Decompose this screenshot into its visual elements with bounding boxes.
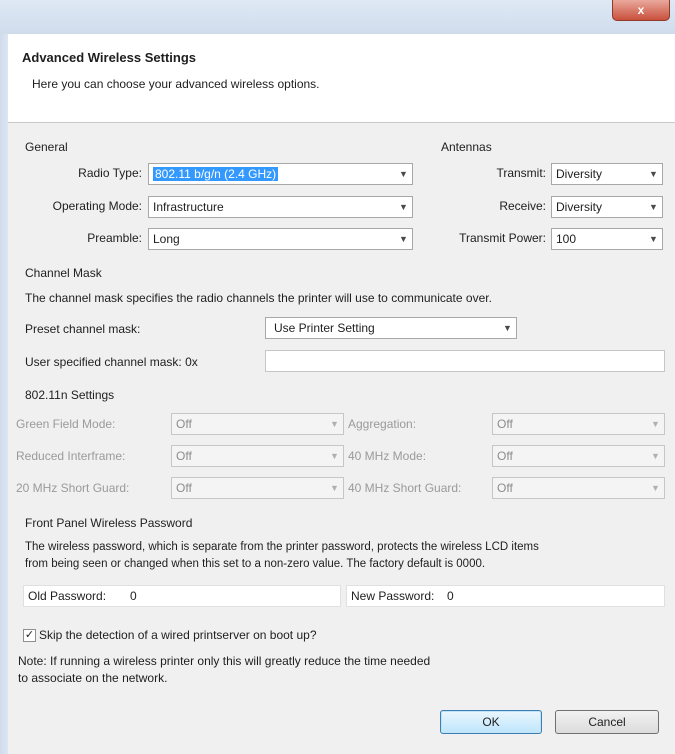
checkmark-icon: ✓ — [24, 629, 35, 641]
reduced-interframe-label: Reduced Interframe: — [16, 449, 126, 463]
radio-type-value: 802.11 b/g/n (2.4 GHz) — [153, 167, 279, 181]
aggregation-value: Off — [497, 417, 513, 431]
chevron-down-icon: ▼ — [399, 169, 408, 179]
aggregation-select[interactable]: Off ▼ — [492, 413, 665, 435]
operating-mode-select[interactable]: Infrastructure ▼ — [148, 196, 413, 218]
transmit-power-value: 100 — [556, 232, 577, 246]
new-password-label: New Password: — [351, 589, 435, 603]
chevron-down-icon: ▼ — [651, 419, 660, 429]
transmit-label: Transmit: — [496, 166, 546, 180]
reduced-interframe-select[interactable]: Off ▼ — [171, 445, 344, 467]
old-password-field[interactable]: Old Password: 0 — [23, 585, 341, 607]
close-icon: x — [637, 3, 645, 17]
password-description-line1: The wireless password, which is separate… — [25, 541, 539, 553]
chevron-down-icon: ▼ — [649, 234, 658, 244]
dialog-title: Advanced Wireless Settings — [22, 50, 196, 65]
new-password-value: 0 — [447, 589, 454, 603]
cancel-button[interactable]: Cancel — [555, 710, 659, 734]
transmit-power-label: Transmit Power: — [459, 231, 546, 245]
green-field-mode-select[interactable]: Off ▼ — [171, 413, 344, 435]
40mhz-mode-value: Off — [497, 449, 513, 463]
user-channel-mask-field[interactable] — [265, 350, 665, 372]
40mhz-short-guard-value: Off — [497, 481, 513, 495]
radio-type-label: Radio Type: — [78, 166, 142, 180]
chevron-down-icon: ▼ — [503, 323, 512, 333]
green-field-mode-value: Off — [176, 417, 192, 431]
receive-select[interactable]: Diversity ▼ — [551, 196, 663, 218]
chevron-down-icon: ▼ — [651, 451, 660, 461]
20mhz-short-guard-label: 20 MHz Short Guard: — [16, 481, 130, 495]
transmit-select[interactable]: Diversity ▼ — [551, 163, 663, 185]
channel-mask-description: The channel mask specifies the radio cha… — [25, 291, 492, 305]
dialog-header: Advanced Wireless Settings Here you can … — [8, 34, 675, 123]
40mhz-mode-label: 40 MHz Mode: — [348, 449, 427, 463]
dialog-body: General Radio Type: 802.11 b/g/n (2.4 GH… — [8, 123, 675, 754]
radio-type-select[interactable]: 802.11 b/g/n (2.4 GHz) ▼ — [148, 163, 413, 185]
title-bar: x — [0, 0, 675, 34]
chevron-down-icon: ▼ — [649, 169, 658, 179]
chevron-down-icon: ▼ — [330, 419, 339, 429]
user-channel-mask-label: User specified channel mask: 0x — [25, 355, 198, 369]
new-password-field[interactable]: New Password: 0 — [346, 585, 665, 607]
note-line2: to associate on the network. — [18, 671, 168, 685]
password-group-title: Front Panel Wireless Password — [25, 516, 193, 530]
chevron-down-icon: ▼ — [330, 483, 339, 493]
old-password-value: 0 — [130, 589, 137, 603]
operating-mode-value: Infrastructure — [153, 200, 224, 214]
skip-detection-checkbox[interactable]: ✓ — [23, 629, 36, 642]
preset-channel-mask-label: Preset channel mask: — [25, 322, 141, 336]
password-description-line2: from being seen or changed when this set… — [25, 558, 486, 570]
old-password-label: Old Password: — [28, 589, 107, 603]
chevron-down-icon: ▼ — [330, 451, 339, 461]
chevron-down-icon: ▼ — [649, 202, 658, 212]
receive-value: Diversity — [556, 200, 603, 214]
window-frame — [0, 34, 8, 754]
skip-detection-label[interactable]: Skip the detection of a wired printserve… — [39, 628, 317, 642]
40mhz-mode-select[interactable]: Off ▼ — [492, 445, 665, 467]
20mhz-short-guard-value: Off — [176, 481, 192, 495]
aggregation-label: Aggregation: — [348, 417, 417, 431]
preset-channel-mask-value: Use Printer Setting — [274, 321, 375, 335]
general-group-title: General — [25, 140, 68, 154]
close-button[interactable]: x — [612, 0, 670, 21]
channel-mask-group-title: Channel Mask — [25, 266, 102, 280]
preset-channel-mask-select[interactable]: Use Printer Setting ▼ — [265, 317, 517, 339]
chevron-down-icon: ▼ — [399, 234, 408, 244]
reduced-interframe-value: Off — [176, 449, 192, 463]
20mhz-short-guard-select[interactable]: Off ▼ — [171, 477, 344, 499]
40mhz-short-guard-label: 40 MHz Short Guard: — [348, 481, 462, 495]
preamble-select[interactable]: Long ▼ — [148, 228, 413, 250]
chevron-down-icon: ▼ — [399, 202, 408, 212]
transmit-power-select[interactable]: 100 ▼ — [551, 228, 663, 250]
preamble-label: Preamble: — [87, 231, 142, 245]
chevron-down-icon: ▼ — [651, 483, 660, 493]
40mhz-short-guard-select[interactable]: Off ▼ — [492, 477, 665, 499]
green-field-mode-label: Green Field Mode: — [16, 417, 116, 431]
n-settings-group-title: 802.11n Settings — [25, 388, 115, 402]
note-line1: Note: If running a wireless printer only… — [18, 654, 431, 668]
transmit-value: Diversity — [556, 167, 603, 181]
ok-button[interactable]: OK — [440, 710, 542, 734]
antennas-group-title: Antennas — [441, 140, 492, 154]
operating-mode-label: Operating Mode: — [52, 199, 142, 213]
dialog-description: Here you can choose your advanced wirele… — [32, 77, 320, 91]
receive-label: Receive: — [499, 199, 546, 213]
preamble-value: Long — [153, 232, 180, 246]
